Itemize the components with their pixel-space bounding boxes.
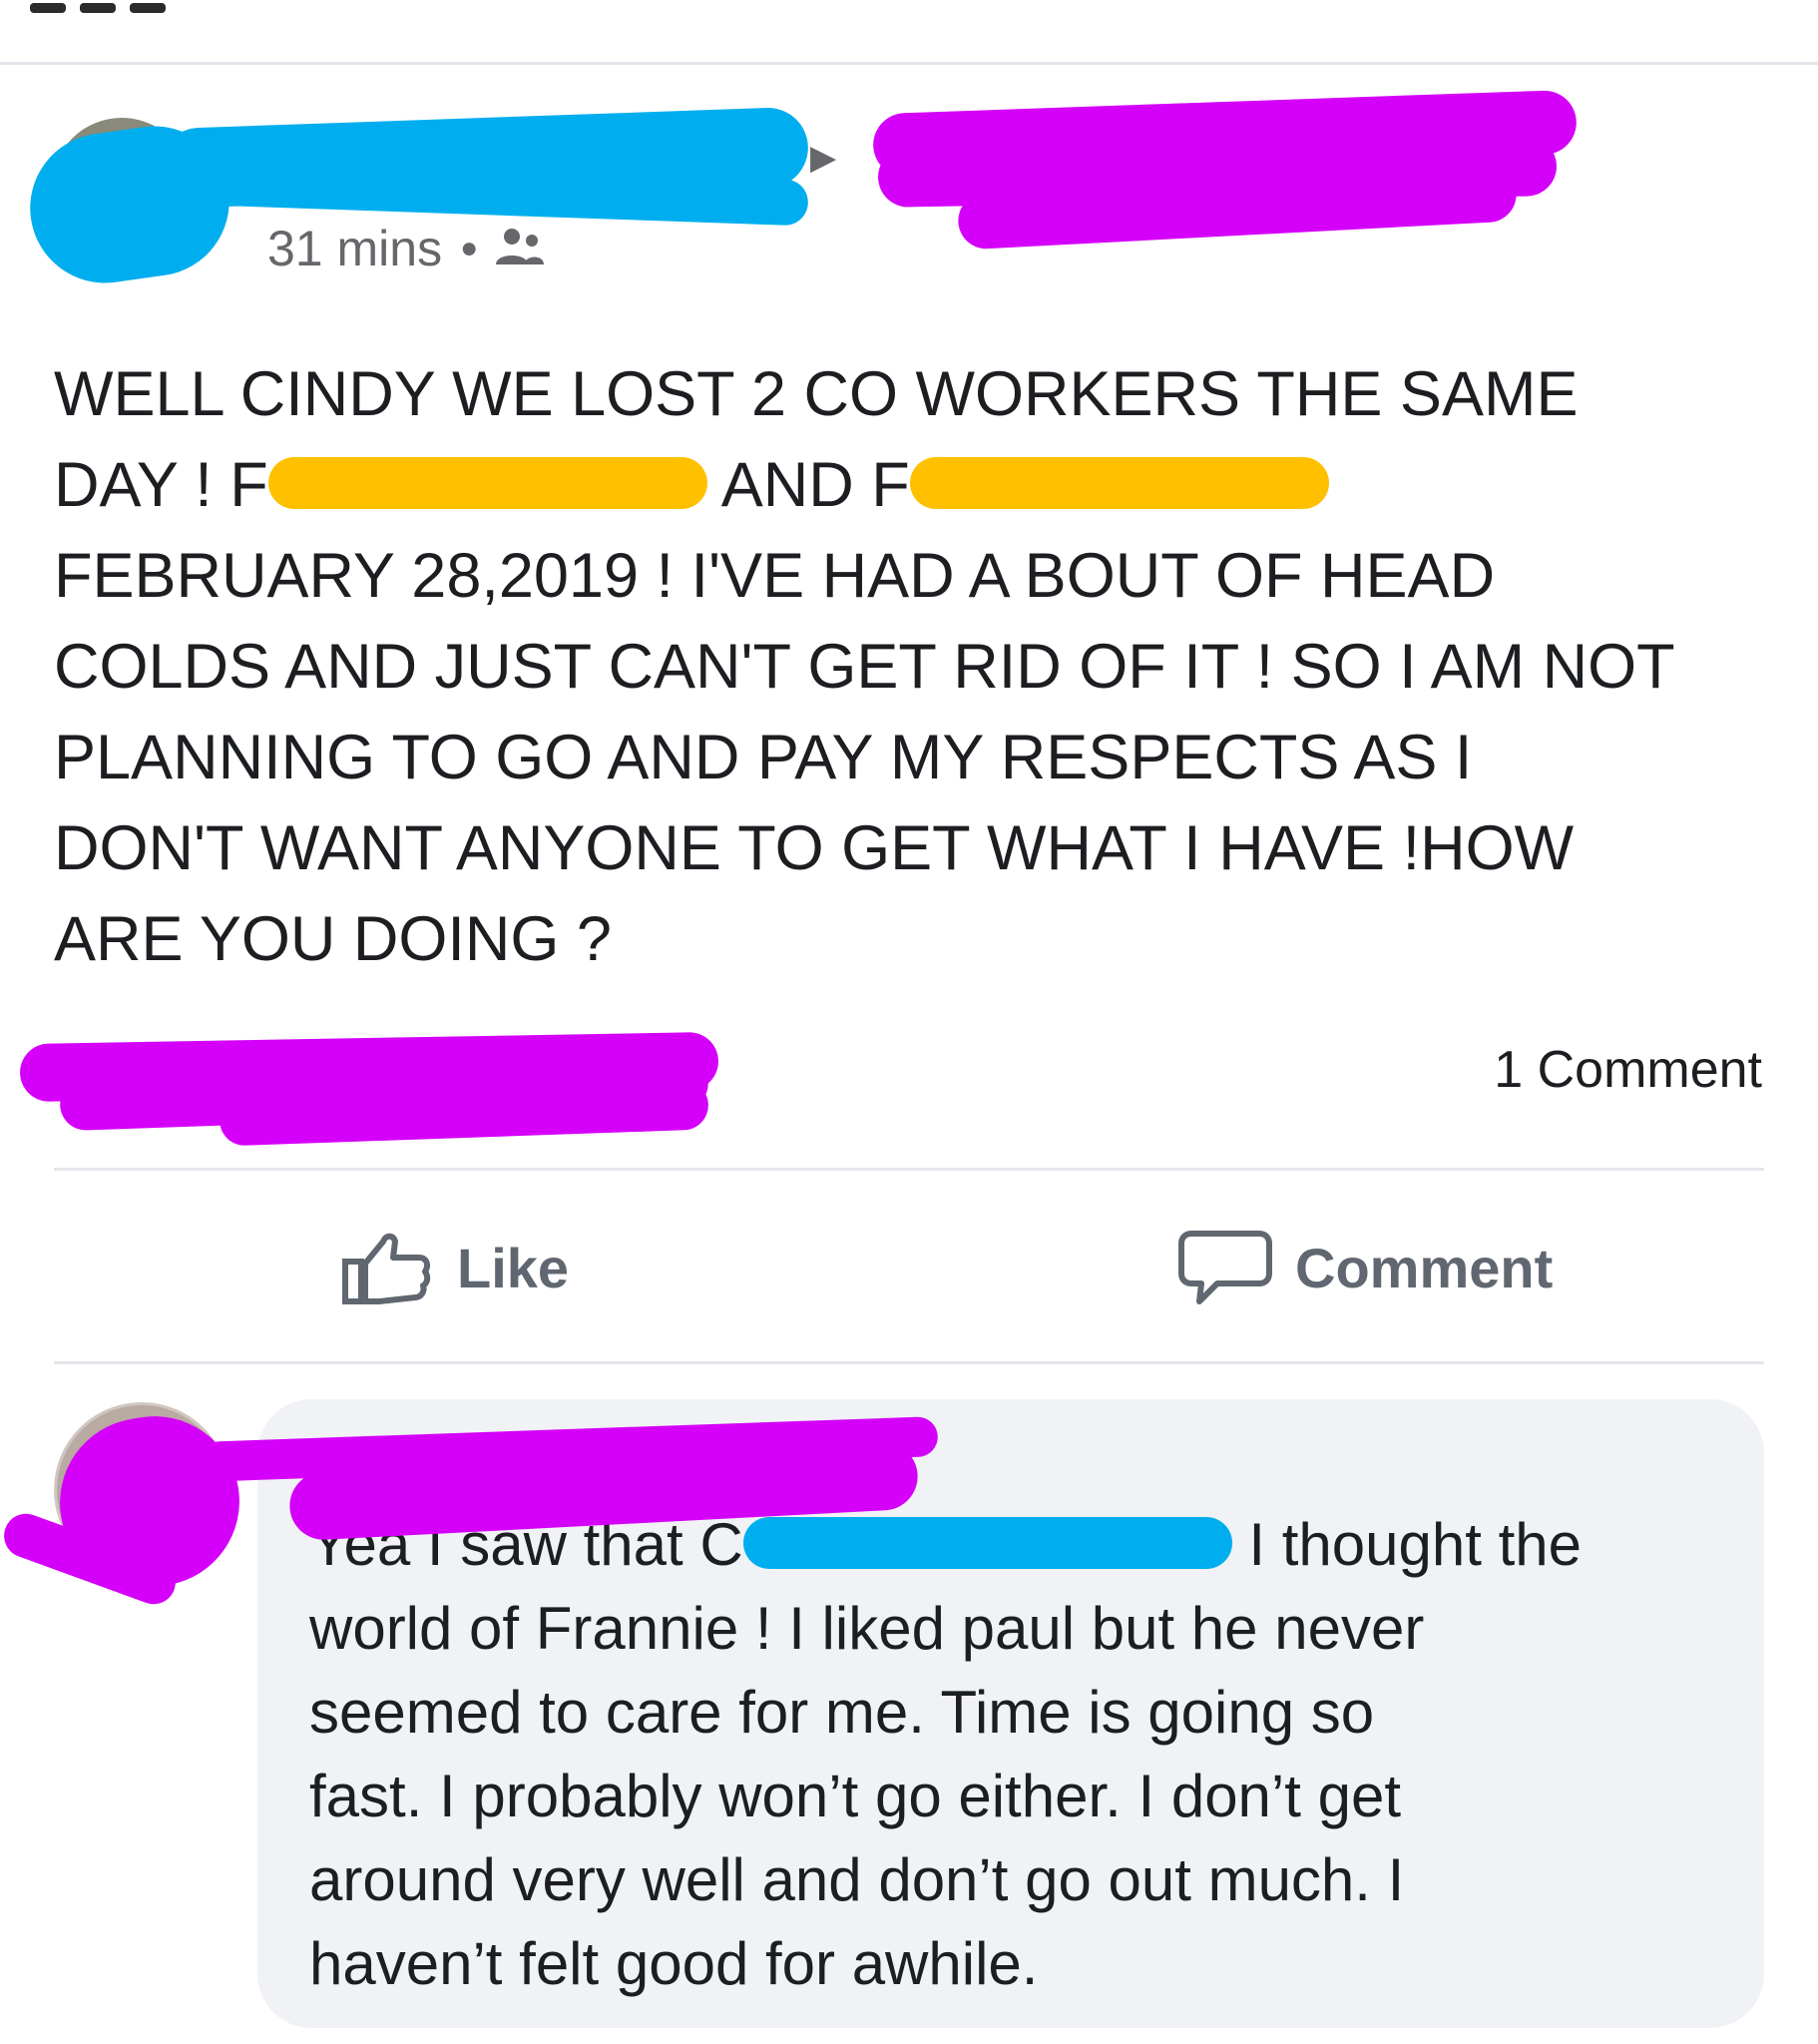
comment-line: fast. I probably won’t go either. I don’… [309, 1763, 1402, 1829]
post-body-line: WELL CINDY WE LOST 2 CO WORKERS THE SAME [54, 359, 1579, 429]
comment-text: Yea I saw that C I thought the world of … [309, 1503, 1726, 2006]
thumbs-up-icon [342, 1233, 431, 1304]
post-meta: 31 mins ● [267, 220, 548, 277]
previous-content-stub [30, 0, 269, 18]
comment-line: world of Frannie ! I liked paul but he n… [309, 1595, 1425, 1662]
like-label: Like [457, 1236, 570, 1299]
comment-count[interactable]: 1 Comment [1494, 1040, 1762, 1100]
post-body-line: DAY ! F AND F [54, 440, 1780, 531]
comment-button[interactable]: Comment [1177, 1228, 1553, 1307]
top-divider [0, 62, 1818, 65]
post-time[interactable]: 31 mins [267, 220, 442, 277]
comment-line: haven’t felt good for awhile. [309, 1930, 1039, 1997]
post-body-line: DON'T WANT ANYONE TO GET WHAT I HAVE !HO… [54, 813, 1575, 883]
redaction-mark [742, 1517, 1232, 1570]
triangle-right-icon: ▶ [810, 139, 837, 177]
like-button[interactable]: Like [339, 1228, 569, 1307]
friends-icon[interactable] [492, 225, 548, 272]
divider [54, 1361, 1764, 1364]
comment-label: Comment [1295, 1236, 1554, 1299]
post-body-line: COLDS AND JUST CAN'T GET RID OF IT ! SO … [54, 632, 1675, 702]
divider [54, 1168, 1764, 1171]
post-body-line: ARE YOU DOING ? [54, 904, 612, 974]
post-body: WELL CINDY WE LOST 2 CO WORKERS THE SAME… [54, 349, 1780, 985]
redaction-mark [267, 457, 707, 510]
comment-line: around very well and don’t go out much. … [309, 1846, 1405, 1913]
comment-line: seemed to care for me. Time is going so [309, 1679, 1375, 1746]
meta-separator: ● [460, 232, 479, 264]
post-body-line: FEBRUARY 28,2019 ! I'VE HAD A BOUT OF HE… [54, 541, 1496, 611]
redaction-mark [909, 457, 1329, 510]
post-body-line: PLANNING TO GO AND PAY MY RESPECTS AS I [54, 723, 1473, 792]
speech-bubble-icon [1178, 1231, 1272, 1304]
